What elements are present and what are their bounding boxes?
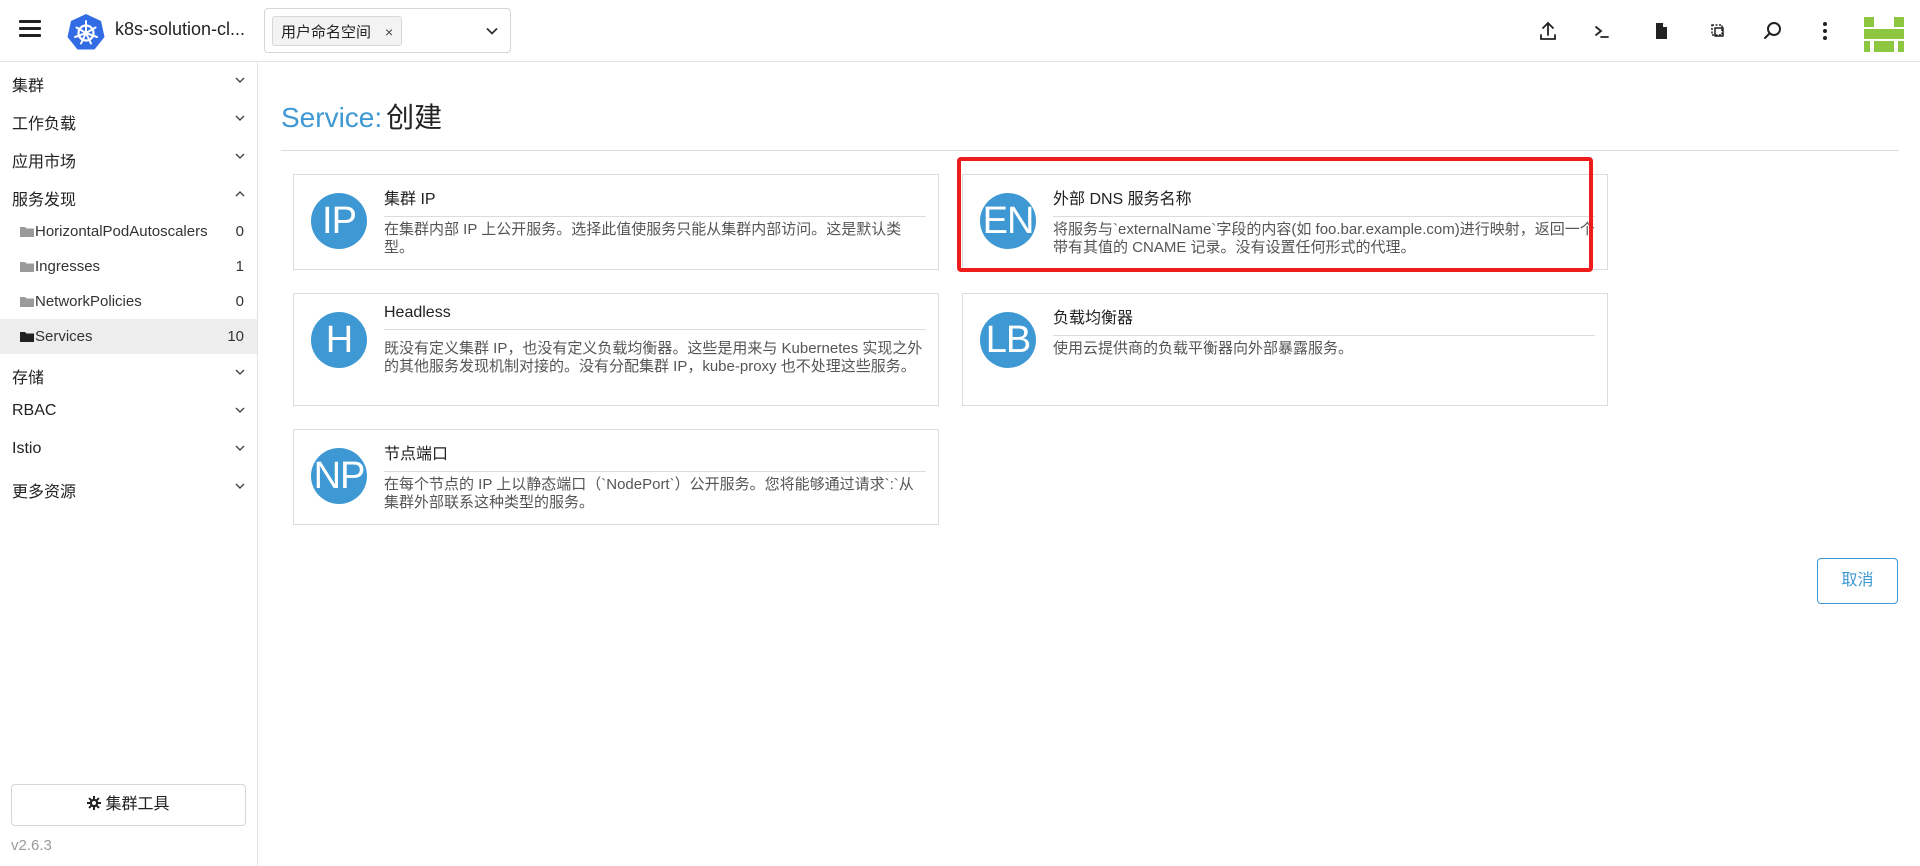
cluster-name[interactable]: k8s-solution-cl... bbox=[115, 19, 245, 40]
card-title: 外部 DNS 服务名称 bbox=[1053, 185, 1595, 217]
sidebar-item-label: Ingresses bbox=[35, 258, 101, 275]
service-type-card-externalname[interactable]: EN 外部 DNS 服务名称 将服务与`externalName`字段的内容(如… bbox=[962, 174, 1608, 270]
chevron-down-icon bbox=[235, 77, 245, 83]
sidebar-item-count: 10 bbox=[227, 328, 244, 345]
nav-group-cluster[interactable]: 集群 bbox=[0, 62, 257, 100]
top-header: k8s-solution-cl... 用户命名空间 × bbox=[0, 0, 1920, 62]
sidebar-item-ingresses[interactable]: Ingresses 1 bbox=[0, 249, 257, 284]
service-type-card-headless[interactable]: H Headless 既没有定义集群 IP，也没有定义负载均衡器。这些是用来与 … bbox=[293, 293, 939, 406]
card-description: 既没有定义集群 IP，也没有定义负载均衡器。这些是用来与 Kubernetes … bbox=[384, 340, 923, 375]
card-title: 负载均衡器 bbox=[1053, 304, 1595, 336]
gear-icon bbox=[87, 796, 102, 810]
folder-icon bbox=[20, 332, 34, 342]
chevron-down-icon bbox=[235, 407, 245, 413]
nav-group-apps[interactable]: 应用市场 bbox=[0, 138, 257, 176]
namespace-chip: 用户命名空间 × bbox=[272, 16, 403, 46]
service-type-card-nodeport[interactable]: NP 节点端口 在每个节点的 IP 上以静态端口（`NodePort`）公开服务… bbox=[293, 429, 939, 525]
sidebar-item-label: HorizontalPodAutoscalers bbox=[35, 223, 208, 240]
cluster-tools-button[interactable]: 集群工具 bbox=[11, 784, 246, 826]
card-badge: H bbox=[311, 312, 367, 368]
avatar[interactable] bbox=[1864, 17, 1904, 52]
page-title: Service: 创建 bbox=[281, 96, 442, 136]
card-description: 在每个节点的 IP 上以静态端口（`NodePort`）公开服务。您将能够通过请… bbox=[384, 476, 914, 511]
folder-icon bbox=[20, 262, 34, 272]
nav-group-label: 工作负载 bbox=[12, 116, 77, 133]
nav-group-label: Istio bbox=[12, 440, 42, 457]
more-vertical-icon[interactable] bbox=[1813, 19, 1837, 43]
search-icon[interactable] bbox=[1761, 19, 1785, 43]
folder-icon bbox=[20, 227, 34, 237]
service-type-card-clusterip[interactable]: IP 集群 IP 在集群内部 IP 上公开服务。选择此值使服务只能从集群内部访问… bbox=[293, 174, 939, 270]
nav-group-service-discovery[interactable]: 服务发现 bbox=[0, 176, 257, 214]
cancel-button[interactable]: 取消 bbox=[1817, 558, 1898, 604]
chevron-down-icon bbox=[235, 483, 245, 489]
nav-group-label: 存储 bbox=[12, 370, 45, 387]
nav-group-label: 应用市场 bbox=[12, 154, 77, 171]
nav-group-storage[interactable]: 存储 bbox=[0, 354, 257, 392]
nav-group-label: 更多资源 bbox=[12, 484, 77, 501]
file-icon[interactable] bbox=[1649, 19, 1673, 43]
sidebar-item-networkpolicies[interactable]: NetworkPolicies 0 bbox=[0, 284, 257, 319]
card-badge: NP bbox=[311, 448, 367, 504]
chevron-down-icon bbox=[235, 115, 245, 121]
chevron-down-icon bbox=[235, 153, 245, 159]
sidebar-item-count: 0 bbox=[235, 293, 244, 310]
nav-group-workloads[interactable]: 工作负载 bbox=[0, 100, 257, 138]
sidebar-item-count: 0 bbox=[235, 223, 244, 240]
page-title-resource: Service: bbox=[281, 102, 383, 133]
sidebar-item-label: NetworkPolicies bbox=[35, 293, 142, 310]
chevron-down-icon[interactable] bbox=[484, 23, 500, 39]
sidebar: 集群 工作负载 应用市场 服务发现 HorizontalPodAutoscale… bbox=[0, 62, 258, 866]
version-text: v2.6.3 bbox=[11, 837, 52, 854]
kubernetes-logo-icon bbox=[67, 14, 105, 50]
card-title: 节点端口 bbox=[384, 440, 926, 472]
sidebar-item-services[interactable]: Services 10 bbox=[0, 319, 257, 354]
service-type-card-loadbalancer[interactable]: LB 负载均衡器 使用云提供商的负载平衡器向外部暴露服务。 bbox=[962, 293, 1608, 406]
card-description: 将服务与`externalName`字段的内容(如 foo.bar.exampl… bbox=[1053, 221, 1595, 256]
nav-group-label: 服务发现 bbox=[12, 192, 77, 209]
copy-config-icon[interactable] bbox=[1706, 19, 1730, 43]
namespace-selector[interactable]: 用户命名空间 × bbox=[264, 8, 511, 53]
chevron-down-icon bbox=[235, 369, 245, 375]
cluster-tools-label: 集群工具 bbox=[105, 796, 170, 813]
nav-group-label: RBAC bbox=[12, 402, 57, 419]
card-title: Headless bbox=[384, 304, 926, 330]
card-description: 使用云提供商的负载平衡器向外部暴露服务。 bbox=[1053, 340, 1354, 357]
chip-remove-icon[interactable]: × bbox=[385, 24, 393, 40]
namespace-chip-label: 用户命名空间 bbox=[281, 24, 372, 41]
nav-group-label: 集群 bbox=[12, 78, 45, 95]
card-badge: IP bbox=[311, 193, 367, 249]
card-title: 集群 IP bbox=[384, 185, 926, 217]
nav-group-istio[interactable]: Istio bbox=[0, 430, 257, 468]
chevron-up-icon bbox=[235, 191, 245, 197]
menu-icon[interactable] bbox=[19, 20, 41, 38]
card-badge: EN bbox=[980, 193, 1036, 249]
card-badge: LB bbox=[980, 312, 1036, 368]
nav-group-rbac[interactable]: RBAC bbox=[0, 392, 257, 430]
sidebar-item-count: 1 bbox=[235, 258, 244, 275]
terminal-icon[interactable] bbox=[1590, 19, 1614, 43]
sidebar-item-label: Services bbox=[35, 328, 93, 345]
chevron-down-icon bbox=[235, 445, 245, 451]
sidebar-item-hpa[interactable]: HorizontalPodAutoscalers 0 bbox=[0, 214, 257, 249]
nav-group-more-resources[interactable]: 更多资源 bbox=[0, 468, 257, 506]
folder-icon bbox=[20, 297, 34, 307]
upload-icon[interactable] bbox=[1536, 19, 1560, 43]
title-divider bbox=[281, 150, 1899, 151]
card-description: 在集群内部 IP 上公开服务。选择此值使服务只能从集群内部访问。这是默认类型。 bbox=[384, 221, 902, 256]
page-title-action: 创建 bbox=[386, 102, 443, 133]
